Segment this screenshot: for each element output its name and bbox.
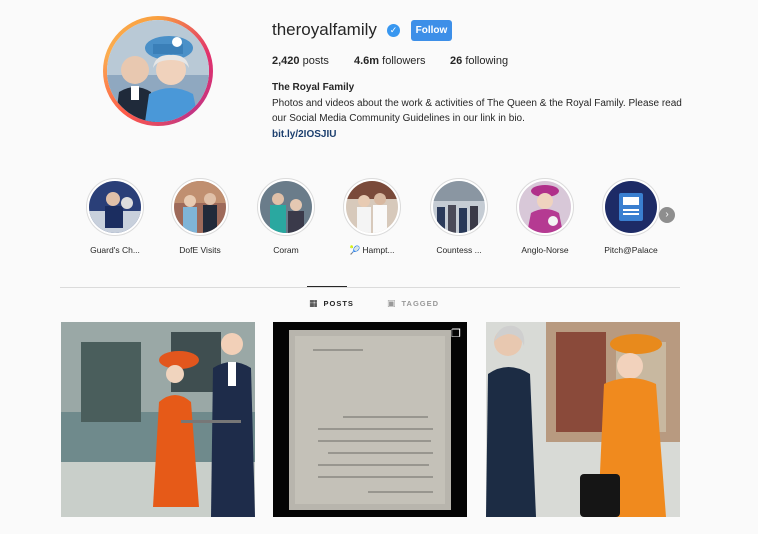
verified-badge-icon: ✓ [387,24,400,37]
highlight-label: DofE Visits [179,245,221,255]
profile-full-name: The Royal Family [272,82,355,93]
highlights-next-icon[interactable]: › [659,207,675,223]
highlight-cover [430,178,488,236]
highlight-guards-change[interactable]: Guard's Ch... [75,178,155,255]
post-thumbnail[interactable] [486,322,680,517]
highlight-hampton[interactable]: 🎾 Hampt... [332,178,412,256]
highlight-label: Coram [273,245,299,255]
followers-count[interactable]: 4.6m followers [354,55,426,67]
followers-count-value: 4.6m [354,55,380,67]
highlight-cover [602,178,660,236]
posts-count: 2,420 posts [272,55,329,67]
tab-posts-label: POSTS [323,299,354,308]
post-thumbnail[interactable]: ❐ [273,322,467,517]
highlight-cover [257,178,315,236]
tabs-divider [60,287,680,288]
followers-count-label: followers [382,55,426,67]
profile-link[interactable]: bit.ly/2IOSJIU [272,129,336,140]
profile-bio: Photos and videos about the work & activ… [272,98,682,124]
tab-tagged[interactable]: ▣ TAGGED [387,298,439,309]
highlight-label: 🎾 Hampt... [349,245,395,255]
highlight-coram[interactable]: Coram [246,178,326,255]
highlight-label: Countess ... [436,245,482,255]
grid-icon: ▦ [309,298,319,308]
post-thumbnail[interactable] [61,322,255,517]
following-count[interactable]: 26 following [450,55,508,67]
highlight-label: Pitch@Palace [604,245,658,255]
following-count-label: following [465,55,509,67]
highlight-countess[interactable]: Countess ... [419,178,499,255]
tennis-racket-icon: 🎾 [349,245,361,255]
tab-tagged-label: TAGGED [401,299,440,308]
profile-avatar[interactable] [107,20,209,122]
highlight-cover [171,178,229,236]
active-tab-indicator [307,286,347,287]
highlight-dofe-visits[interactable]: DofE Visits [160,178,240,255]
posts-count-label: posts [302,55,329,67]
highlight-cover [516,178,574,236]
highlight-cover [86,178,144,236]
tab-posts[interactable]: ▦ POSTS [309,298,354,309]
highlight-label: Anglo-Norse [521,245,569,255]
follow-button[interactable]: Follow [411,20,452,41]
highlight-label: Guard's Ch... [90,245,140,255]
posts-count-value: 2,420 [272,55,300,67]
highlight-anglo-norse[interactable]: Anglo-Norse [505,178,585,255]
profile-username: theroyalfamily [272,20,377,39]
profile-avatar-ring[interactable] [103,16,213,126]
multiple-photos-icon: ❐ [451,328,461,340]
following-count-value: 26 [450,55,463,67]
tagged-icon: ▣ [387,298,397,308]
highlight-cover [343,178,401,236]
